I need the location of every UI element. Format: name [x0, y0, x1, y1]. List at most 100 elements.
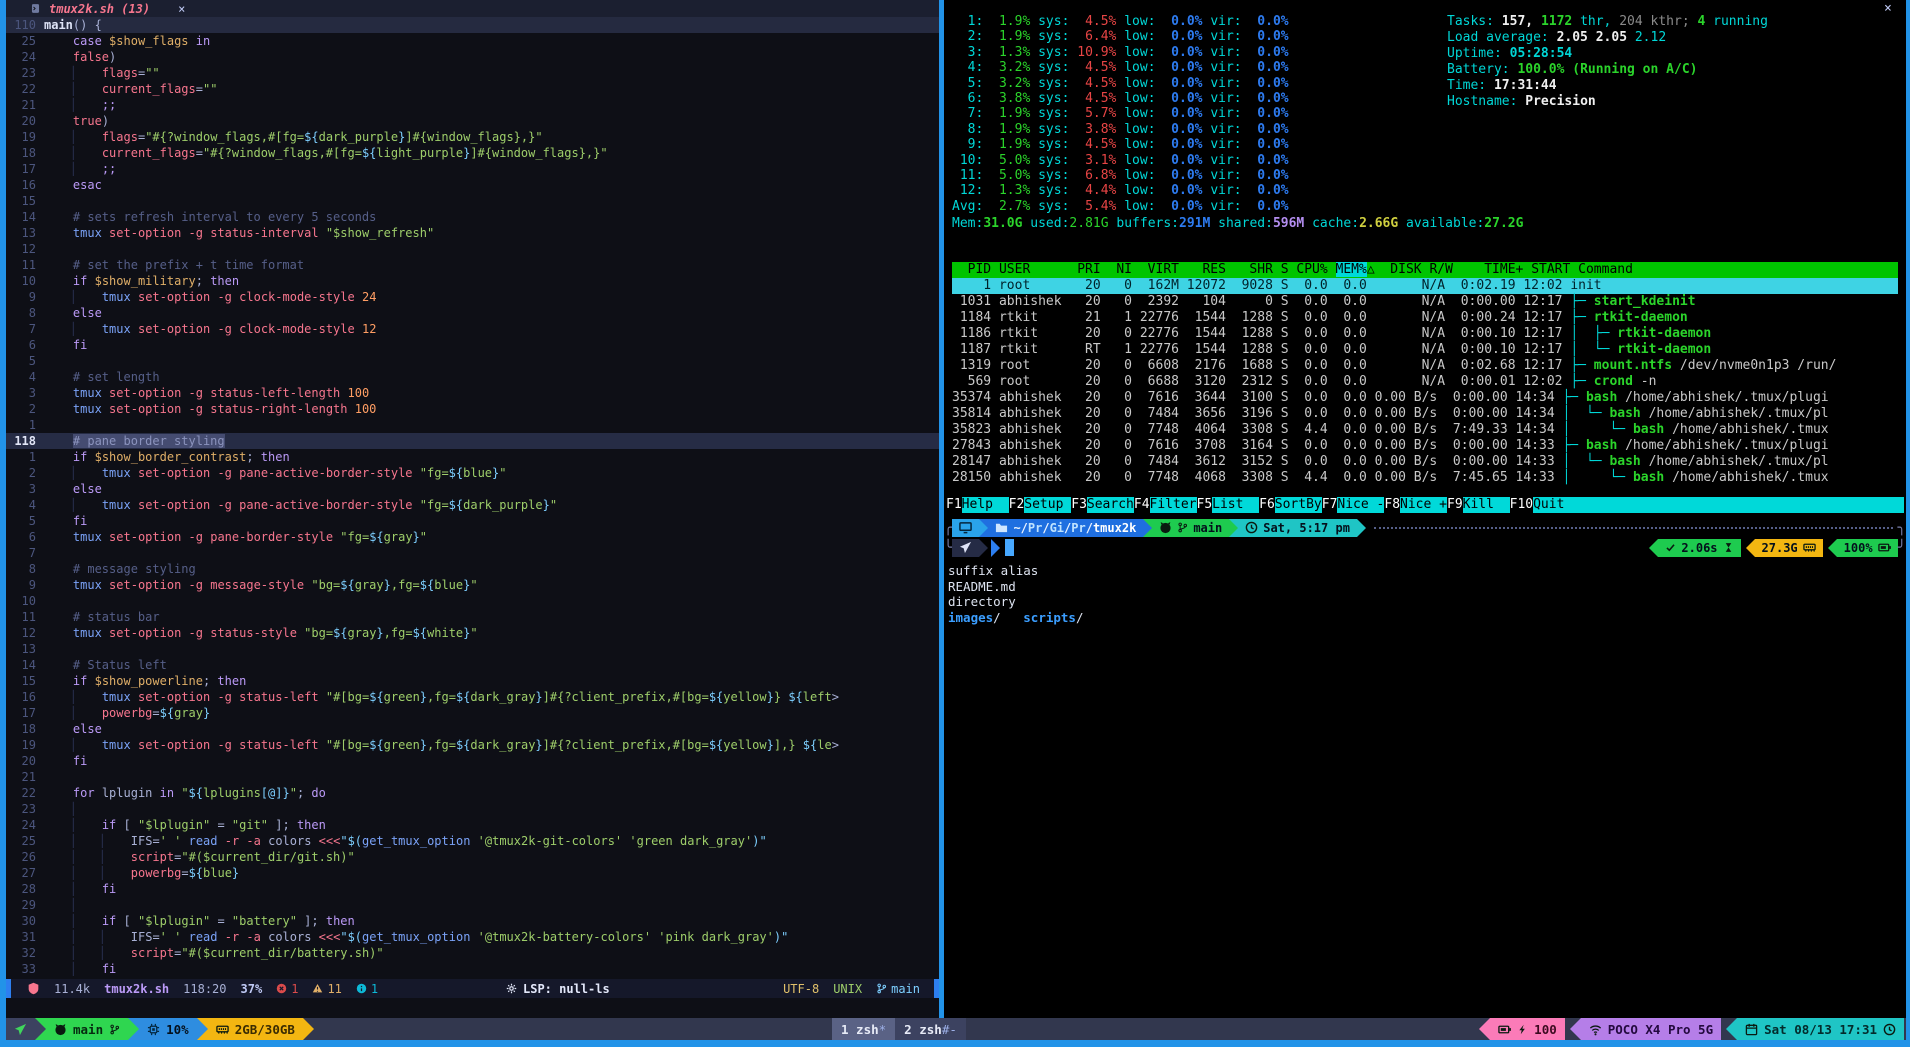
code-line[interactable]: 12 tmux set-option -g status-style "bg=$…	[6, 625, 939, 641]
code-line[interactable]: 4 ▏ tmux set-option -g pane-active-borde…	[6, 497, 939, 513]
code-line[interactable]: 29 ▏	[6, 897, 939, 913]
system-monitor-pane[interactable]: 1: 1.9% sys: 4.5% low: 0.0% vir: 0.0% 2:…	[944, 0, 1906, 513]
code-line[interactable]: 15 if $show_powerline; then	[6, 673, 939, 689]
code-line[interactable]: 30 ▏ if [ "$lplugin" = "battery" ]; then	[6, 913, 939, 929]
code-line[interactable]: 18 else	[6, 721, 939, 737]
diagnostic-hints[interactable]: 1	[356, 982, 378, 996]
code-line[interactable]: 1 if $show_border_contrast; then	[6, 449, 939, 465]
code-line[interactable]: 15	[6, 193, 939, 209]
code-line[interactable]: 13 tmux set-option -g status-interval "$…	[6, 225, 939, 241]
code-line[interactable]: 118 # pane border styling	[6, 433, 939, 449]
code-line[interactable]: 9 ▏ tmux set-option -g clock-mode-style …	[6, 289, 939, 305]
code-line[interactable]: 6 tmux set-option -g pane-border-style "…	[6, 529, 939, 545]
fkey-label[interactable]: Help	[962, 497, 1009, 513]
fkey-f6[interactable]: F6	[1259, 497, 1275, 513]
process-row[interactable]: 1319 root 20 0 6608 2176 1688 S 0.0 0.0 …	[952, 358, 1898, 374]
code-line[interactable]: 16 ▏ tmux set-option -g status-left "#[b…	[6, 689, 939, 705]
code-line[interactable]: 19 ▏ tmux set-option -g status-left "#[b…	[6, 737, 939, 753]
code-line[interactable]: 28 ▏ fi	[6, 881, 939, 897]
diagnostic-warnings[interactable]: 11	[312, 982, 341, 996]
code-line[interactable]: 4 # set length	[6, 369, 939, 385]
code-lines[interactable]: 25 case $show_flags in24 false)23 ▏ flag…	[6, 33, 939, 977]
code-line[interactable]: 7 ▏ tmux set-option -g clock-mode-style …	[6, 321, 939, 337]
code-line[interactable]: 2 tmux set-option -g status-right-length…	[6, 401, 939, 417]
code-line[interactable]: 20 fi	[6, 753, 939, 769]
process-row[interactable]: 569 root 20 0 6688 3120 2312 S 0.0 0.0 N…	[952, 374, 1898, 390]
fkey-f8[interactable]: F8	[1384, 497, 1400, 513]
process-row[interactable]: 27843 abhishek 20 0 7616 3708 3164 S 0.0…	[952, 438, 1898, 454]
code-line[interactable]: 21	[6, 769, 939, 785]
code-line[interactable]: 9 tmux set-option -g message-style "bg=$…	[6, 577, 939, 593]
fkey-label[interactable]: Setup	[1024, 497, 1071, 513]
code-line[interactable]: 5 fi	[6, 513, 939, 529]
window-list[interactable]: 1 zsh*2 zsh#-	[832, 1018, 966, 1040]
fkey-f9[interactable]: F9	[1447, 497, 1463, 513]
cpu-segment[interactable]: 10%	[139, 1018, 197, 1040]
code-line[interactable]: 8 # message styling	[6, 561, 939, 577]
function-key-bar[interactable]: F1Help F2Setup F3SearchF4FilterF5List F6…	[946, 497, 1904, 513]
terminal-cursor[interactable]	[1005, 539, 1014, 556]
process-row[interactable]: 28150 abhishek 20 0 7748 4068 3308 S 4.4…	[952, 470, 1898, 486]
code-line[interactable]: 3 else	[6, 481, 939, 497]
tab-close-icon[interactable]: ×	[178, 2, 185, 16]
prompt-git-segment[interactable]: main	[1152, 519, 1229, 537]
process-row[interactable]: 1031 abhishek 20 0 2392 104 0 S 0.0 0.0 …	[952, 294, 1898, 310]
fkey-label[interactable]: Nice -	[1337, 497, 1384, 513]
code-line[interactable]: 23 ▏ flags=""	[6, 65, 939, 81]
fkey-f2[interactable]: F2	[1009, 497, 1025, 513]
code-line[interactable]: 24 false)	[6, 49, 939, 65]
fkey-label[interactable]: Nice +	[1400, 497, 1447, 513]
process-row[interactable]: 35374 abhishek 20 0 7616 3644 3100 S 0.0…	[952, 390, 1898, 406]
code-line[interactable]: 22 ▏ current_flags=""	[6, 81, 939, 97]
process-table[interactable]: PID USER PRI NI VIRT RES SHR S CPU% MEM%…	[952, 262, 1898, 486]
code-line[interactable]: 14 # sets refresh interval to every 5 se…	[6, 209, 939, 225]
code-line[interactable]: 26 ▏ ▏ script="#($current_dir/git.sh)"	[6, 849, 939, 865]
process-row[interactable]: 35814 abhishek 20 0 7484 3656 3196 S 0.0…	[952, 406, 1898, 422]
code-line[interactable]: 6 fi	[6, 337, 939, 353]
code-line[interactable]: 33 ▏ fi	[6, 961, 939, 977]
process-row[interactable]: 35823 abhishek 20 0 7748 4064 3308 S 4.4…	[952, 422, 1898, 438]
code-line[interactable]: 11 # set the prefix + t time format	[6, 257, 939, 273]
code-line[interactable]: 11 # status bar	[6, 609, 939, 625]
shell-pane[interactable]: ╭ ~/Pr/Gi/Pr/tmux2k main Sat, 5:17 pm ╮ …	[944, 515, 1906, 1018]
process-table-header[interactable]: PID USER PRI NI VIRT RES SHR S CPU% MEM%…	[952, 262, 1898, 278]
code-line[interactable]: 32 ▏ ▏ script="#($current_dir/battery.sh…	[6, 945, 939, 961]
ram-segment[interactable]: 2GB/30GB	[208, 1018, 303, 1040]
code-line[interactable]: 7	[6, 545, 939, 561]
fkey-label[interactable]: List	[1212, 497, 1259, 513]
fkey-f1[interactable]: F1	[946, 497, 962, 513]
git-segment[interactable]: main	[46, 1018, 128, 1040]
code-line[interactable]: 17 ▏ powerbg=${gray}	[6, 705, 939, 721]
code-line[interactable]: 13	[6, 641, 939, 657]
code-line[interactable]: 23 ▏	[6, 801, 939, 817]
pane-border[interactable]	[939, 0, 944, 1018]
diagnostic-errors[interactable]: 1	[276, 982, 298, 996]
tmux-window-2[interactable]: 2 zsh#-	[895, 1018, 966, 1040]
fkey-f5[interactable]: F5	[1197, 497, 1213, 513]
session-segment[interactable]	[6, 1018, 35, 1040]
code-line[interactable]: 27 ▏ ▏ powerbg=${blue}	[6, 865, 939, 881]
code-line[interactable]: 25 ▏ ▏ IFS=' ' read -r -a colors <<<"$(g…	[6, 833, 939, 849]
code-line[interactable]: 22 for lplugin in "${lplugins[@]}"; do	[6, 785, 939, 801]
code-line[interactable]: 1	[6, 417, 939, 433]
code-line[interactable]: 24 ▏ if [ "$lplugin" = "git" ]; then	[6, 817, 939, 833]
code-line[interactable]: 12	[6, 241, 939, 257]
process-row[interactable]: 1 root 20 0 162M 12072 9028 S 0.0 0.0 N/…	[952, 278, 1898, 294]
code-line[interactable]: 5	[6, 353, 939, 369]
process-row[interactable]: 1184 rtkit 21 1 22776 1544 1288 S 0.0 0.…	[952, 310, 1898, 326]
code-line[interactable]: 14 # Status left	[6, 657, 939, 673]
prompt-path-segment[interactable]: ~/Pr/Gi/Pr/tmux2k	[988, 519, 1143, 537]
process-row[interactable]: 1187 rtkit RT 1 22776 1544 1288 S 0.0 0.…	[952, 342, 1898, 358]
code-line[interactable]: 21 ▏ ;;	[6, 97, 939, 113]
code-line[interactable]: 8 else	[6, 305, 939, 321]
process-row[interactable]: 28147 abhishek 20 0 7484 3612 3152 S 0.0…	[952, 454, 1898, 470]
tmux-window-1[interactable]: 1 zsh*	[832, 1018, 895, 1040]
code-line[interactable]: 18 ▏ current_flags="#{?window_flags,#[fg…	[6, 145, 939, 161]
code-line[interactable]: 19 ▏ flags="#{?window_flags,#[fg=${dark_…	[6, 129, 939, 145]
fkey-label[interactable]: Quit	[1533, 497, 1580, 513]
fkey-f7[interactable]: F7	[1322, 497, 1338, 513]
code-line[interactable]: 31 ▏ ▏ IFS=' ' read -r -a colors <<<"$(g…	[6, 929, 939, 945]
code-line[interactable]: 10	[6, 593, 939, 609]
code-line[interactable]: 3 tmux set-option -g status-left-length …	[6, 385, 939, 401]
code-line[interactable]: 20 true)	[6, 113, 939, 129]
